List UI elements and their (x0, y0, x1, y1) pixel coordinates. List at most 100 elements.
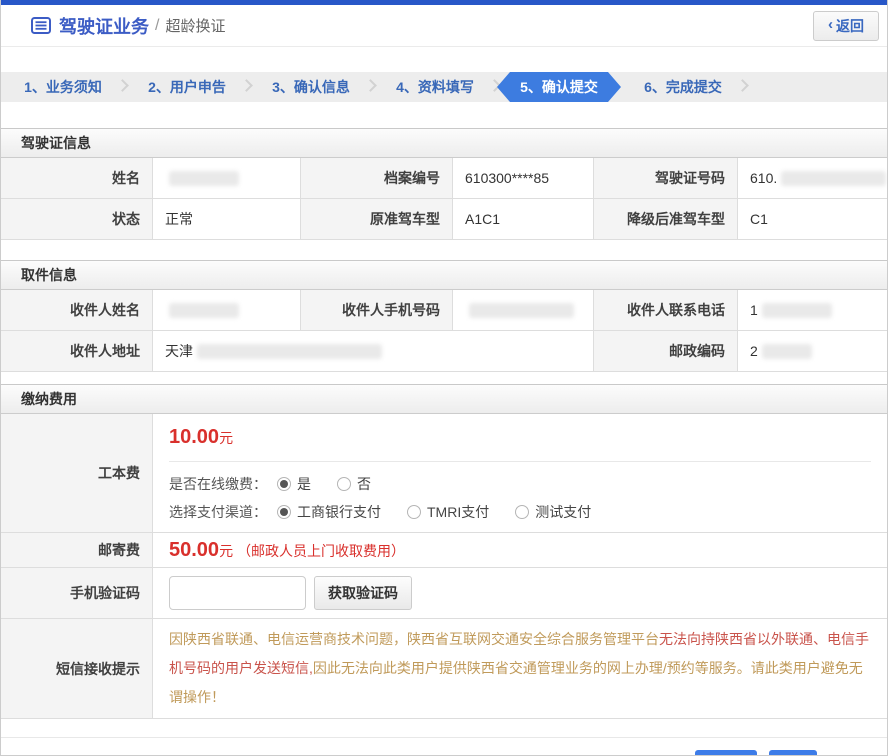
payment-section: 缴纳费用 工本费 10.00元 是否在线缴费： 是 否 (1, 384, 887, 719)
value-prefix: 1 (750, 302, 758, 318)
page: 驾驶证业务 / 超龄换证 ‹ 返回 1、业务须知 2、用户申告 3、确认信息 4… (0, 0, 888, 756)
production-fee-content: 10.00元 是否在线缴费： 是 否 选择支付渠道： (153, 414, 887, 532)
online-pay-question: 是否在线缴费： (169, 474, 267, 494)
table-row: 状态 正常 原准驾车型 A1C1 降级后准驾车型 C1 (1, 199, 887, 240)
chevron-right-icon (736, 79, 749, 92)
field-label-sms-captcha: 手机验证码 (1, 568, 153, 618)
sms-notice-row: 短信接收提示 因陕西省联通、电信运营商技术问题，陕西省互联网交通安全综合服务管理… (1, 619, 887, 719)
radio-channel-tmri[interactable]: TMRI支付 (407, 502, 489, 522)
field-label-name: 姓名 (1, 158, 153, 198)
radio-online-no[interactable]: 否 (337, 474, 371, 494)
radio-label: 否 (357, 474, 371, 494)
table-row: 收件人姓名 收件人手机号码 收件人联系电话 1 (1, 290, 887, 331)
previous-step-button[interactable]: 上一步 (695, 750, 757, 756)
radio-unselected-icon (337, 477, 351, 491)
section-title-pickup: 取件信息 (1, 260, 887, 290)
redacted-blob (169, 303, 239, 318)
finish-button[interactable]: 完成 (769, 750, 817, 756)
field-label-file-number: 档案编号 (301, 158, 453, 198)
step-tab-2[interactable]: 2、用户申告 (125, 72, 249, 102)
license-info-section: 驾驶证信息 姓名 档案编号 610300****85 驾驶证号码 610. 状态… (1, 128, 887, 240)
field-label-postcode: 邮政编码 (594, 331, 738, 371)
online-pay-question-row: 是否在线缴费： 是 否 (169, 474, 887, 494)
step-tab-label: 5、确认提交 (520, 77, 598, 97)
get-captcha-button[interactable]: 获取验证码 (314, 576, 412, 610)
step-tab-4[interactable]: 4、资料填写 (373, 72, 497, 102)
radio-label: 测试支付 (535, 502, 591, 522)
redacted-blob (762, 303, 832, 318)
field-label-recipient-name: 收件人姓名 (1, 290, 153, 330)
field-label-downgraded-class: 降级后准驾车型 (594, 199, 738, 239)
field-value-recipient-mobile (453, 290, 594, 330)
page-header: 驾驶证业务 / 超龄换证 ‹ 返回 (1, 5, 887, 47)
fee-amount: 10.00 (169, 426, 219, 448)
radio-selected-icon (277, 505, 291, 519)
page-subtitle: 超龄换证 (165, 15, 225, 36)
captcha-row: 手机验证码 获取验证码 (1, 568, 887, 619)
step-tab-label: 2、用户申告 (148, 77, 226, 97)
value-prefix: 610. (750, 170, 777, 186)
radio-channel-icbc[interactable]: 工商银行支付 (277, 502, 381, 522)
radio-online-yes[interactable]: 是 (277, 474, 311, 494)
value-prefix: 2 (750, 343, 758, 359)
redacted-blob (197, 344, 382, 359)
step-tabs: 1、业务须知 2、用户申告 3、确认信息 4、资料填写 5、确认提交 6、完成提… (1, 72, 887, 102)
field-value-file-number: 610300****85 (453, 158, 594, 198)
license-list-icon (31, 17, 51, 34)
captcha-input[interactable] (169, 576, 306, 610)
field-label-production-fee: 工本费 (1, 414, 153, 532)
field-value-downgraded-class: C1 (738, 199, 887, 239)
section-title-license: 驾驶证信息 (1, 128, 887, 158)
radio-channel-test[interactable]: 测试支付 (515, 502, 591, 522)
field-label-postage-fee: 邮寄费 (1, 533, 153, 567)
step-tab-label: 1、业务须知 (24, 77, 102, 97)
redacted-blob (169, 171, 239, 186)
field-value-status: 正常 (153, 199, 301, 239)
field-value-recipient-address: 天津 (153, 331, 594, 371)
radio-label: 工商银行支付 (297, 502, 381, 522)
field-label-license-number: 驾驶证号码 (594, 158, 738, 198)
field-value-recipient-phone: 1 (738, 290, 887, 330)
field-label-original-class: 原准驾车型 (301, 199, 453, 239)
field-label-recipient-address: 收件人地址 (1, 331, 153, 371)
step-tab-5-active[interactable]: 5、确认提交 (497, 72, 621, 102)
field-value-postcode: 2 (738, 331, 887, 371)
back-button-label: 返回 (836, 16, 864, 36)
captcha-content: 获取验证码 (153, 568, 887, 618)
field-value-license-number: 610. (738, 158, 887, 198)
value-prefix: 天津 (165, 341, 193, 361)
footer-actions: 上一步 完成 (1, 737, 887, 756)
postage-fee-content: 50.00元 （邮政人员上门收取费用） (153, 533, 887, 567)
pickup-info-section: 取件信息 收件人姓名 收件人手机号码 收件人联系电话 1 收件人地址 天津 邮政… (1, 260, 887, 372)
redacted-blob (469, 303, 574, 318)
field-value-recipient-name (153, 290, 301, 330)
radio-unselected-icon (515, 505, 529, 519)
field-label-recipient-phone: 收件人联系电话 (594, 290, 738, 330)
step-tab-1[interactable]: 1、业务须知 (1, 72, 125, 102)
sms-notice-text: 因陕西省联通、电信运营商技术问题，陕西省互联网交通安全综合服务管理平台无法向持陕… (153, 619, 887, 718)
back-button[interactable]: ‹ 返回 (813, 11, 879, 41)
table-row: 姓名 档案编号 610300****85 驾驶证号码 610. (1, 158, 887, 199)
field-label-status: 状态 (1, 199, 153, 239)
radio-label: TMRI支付 (427, 502, 489, 522)
pay-channel-question: 选择支付渠道： (169, 502, 267, 522)
field-label-recipient-mobile: 收件人手机号码 (301, 290, 453, 330)
redacted-blob (762, 344, 812, 359)
production-fee-amount: 10.00元 (169, 426, 871, 462)
postage-amount: 50.00 (169, 539, 219, 562)
fee-unit: 元 (219, 430, 233, 446)
chevron-left-icon: ‹ (828, 16, 833, 33)
fee-row: 工本费 10.00元 是否在线缴费： 是 否 选 (1, 414, 887, 533)
step-tab-label: 4、资料填写 (396, 77, 474, 97)
sms-notice-seg1: 因陕西省联通、电信运营商技术问题，陕西省互联网交通安全综合服务管理平台 (169, 631, 659, 647)
postage-note: （邮政人员上门收取费用） (237, 541, 405, 561)
step-tab-3[interactable]: 3、确认信息 (249, 72, 373, 102)
step-tab-label: 6、完成提交 (644, 77, 722, 97)
table-row: 收件人地址 天津 邮政编码 2 (1, 331, 887, 372)
section-title-payment: 缴纳费用 (1, 384, 887, 414)
pay-channel-question-row: 选择支付渠道： 工商银行支付 TMRI支付 测试支付 (169, 502, 887, 522)
page-title: 驾驶证业务 (59, 13, 149, 39)
breadcrumb-separator: / (155, 17, 159, 35)
step-tab-label: 3、确认信息 (272, 77, 350, 97)
step-tab-6[interactable]: 6、完成提交 (621, 72, 745, 102)
